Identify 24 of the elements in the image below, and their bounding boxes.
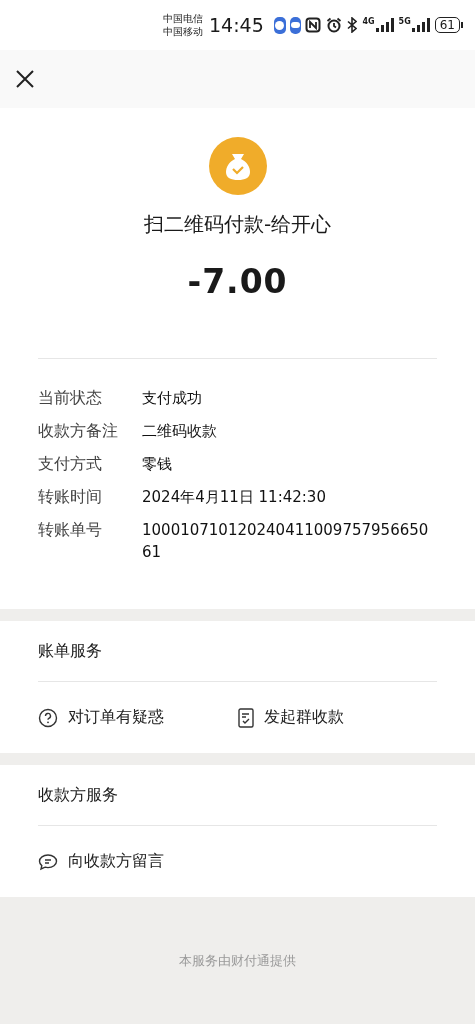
service-link[interactable]: 对订单有疑惑	[68, 707, 164, 728]
detail-value: 零钱	[142, 454, 173, 475]
detail-label: 支付方式	[38, 453, 103, 475]
service-link[interactable]: 发起群收款	[263, 707, 344, 728]
payment-amount: -7.00	[187, 262, 288, 301]
carrier-name: 中国电信	[163, 12, 203, 25]
carrier-name: 中国移动	[163, 25, 203, 38]
detail-label: 当前状态	[38, 387, 103, 409]
detail-label: 收款方备注	[38, 420, 119, 442]
footer-text: 本服务由财付通提供	[179, 952, 296, 970]
detail-value: 2024年4月11日 11:42:30	[142, 487, 327, 508]
payment-title: 扫二维码付款-给开心	[143, 211, 332, 238]
detail-value: 支付成功	[142, 388, 203, 409]
clock-time: 14:45	[209, 14, 264, 36]
detail-value: 10001071012024041100975795665061	[142, 520, 430, 563]
detail-label: 转账单号	[38, 519, 103, 541]
service-link[interactable]: 向收款方留言	[68, 851, 164, 872]
battery-level: 61	[434, 17, 460, 33]
network-type: 5G	[398, 18, 411, 26]
section-title: 账单服务	[38, 640, 102, 662]
detail-value: 二维码收款	[142, 421, 218, 442]
detail-label: 转账时间	[38, 486, 103, 508]
section-title: 收款方服务	[38, 784, 118, 806]
network-type: 4G	[362, 18, 375, 26]
